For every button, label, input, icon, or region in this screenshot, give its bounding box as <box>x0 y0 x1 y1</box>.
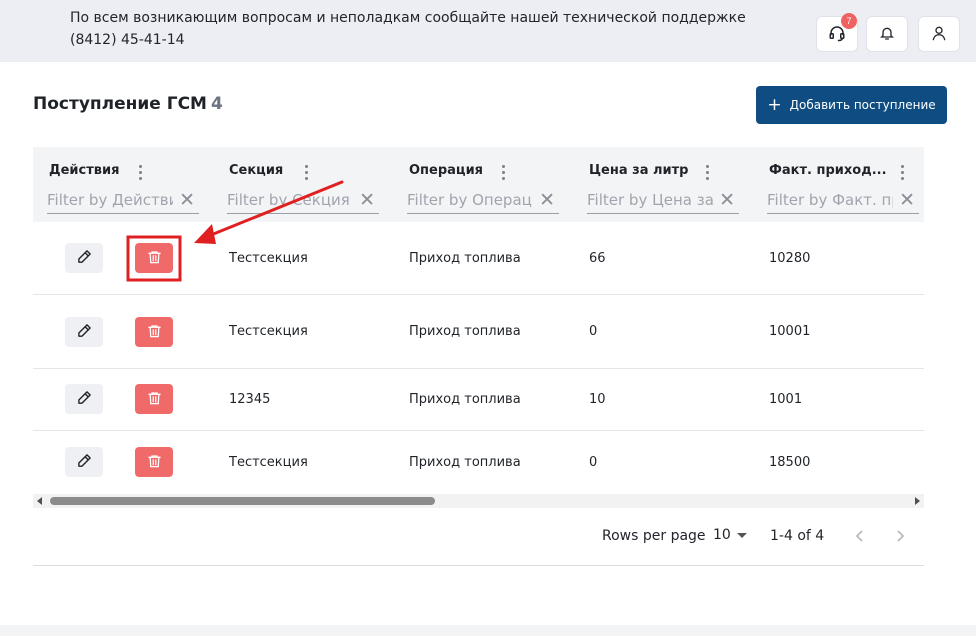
filter-input-actions[interactable] <box>47 187 173 213</box>
column-title: Операция <box>409 163 484 178</box>
cell-price: 0 <box>589 324 598 339</box>
pencil-icon <box>77 249 92 267</box>
column-title: Действия <box>49 163 120 178</box>
column-title: Цена за литр <box>589 163 689 178</box>
plus-icon: + <box>767 94 782 115</box>
table-row: Тестсекция Приход топлива 66 10280 <box>33 222 924 295</box>
column-filter: ✕ <box>407 187 559 214</box>
cell-section: Тестсекция <box>229 251 308 266</box>
column-header-actions: Действия ✕ <box>33 147 213 222</box>
add-receipt-button[interactable]: + Добавить поступление <box>756 86 947 124</box>
pencil-icon <box>77 453 92 471</box>
filter-input-price[interactable] <box>587 187 713 213</box>
delete-button[interactable] <box>135 243 173 273</box>
main-card: Поступление ГСМ 4 + Добавить поступление … <box>0 62 976 625</box>
edit-button[interactable] <box>65 447 103 477</box>
support-badge: 7 <box>841 13 857 29</box>
filter-input-fact[interactable] <box>767 187 893 213</box>
filter-input-section[interactable] <box>227 187 353 213</box>
column-filter: ✕ <box>587 187 739 214</box>
table-row: 12345 Приход топлива 10 1001 <box>33 369 924 431</box>
column-header-operation: Операция ✕ <box>393 147 573 222</box>
column-header-section: Секция ✕ <box>213 147 393 222</box>
column-menu-icon[interactable] <box>895 163 909 181</box>
column-title: Секция <box>229 163 284 178</box>
support-button[interactable]: 7 <box>816 13 858 52</box>
profile-button[interactable] <box>918 16 960 52</box>
cell-section: Тестсекция <box>229 324 308 339</box>
page-range: 1-4 of 4 <box>770 528 825 544</box>
trash-icon <box>147 323 162 342</box>
cell-operation: Приход топлива <box>409 251 521 266</box>
table-row: Тестсекция Приход топлива 0 18500 <box>33 431 924 494</box>
bell-icon <box>879 24 895 45</box>
column-menu-icon[interactable] <box>133 163 147 181</box>
delete-button[interactable] <box>135 447 173 477</box>
pencil-icon <box>77 323 92 341</box>
cell-fact: 18500 <box>769 455 811 470</box>
rows-per-page-select[interactable]: 10 <box>713 527 747 543</box>
rows-per-page-label: Rows per page <box>602 528 706 544</box>
data-grid: Действия ✕ Секция ✕ Операция <box>33 147 924 566</box>
prev-page-button[interactable] <box>846 522 874 550</box>
edit-button[interactable] <box>65 384 103 414</box>
pagination: Rows per page 10 1-4 of 4 <box>33 509 924 565</box>
add-receipt-label: Добавить поступление <box>789 98 936 112</box>
table-row: Тестсекция Приход топлива 0 10001 <box>33 295 924 369</box>
horizontal-scrollbar[interactable] <box>33 494 924 508</box>
column-menu-icon[interactable] <box>299 163 313 181</box>
delete-button[interactable] <box>135 384 173 414</box>
clear-icon[interactable]: ✕ <box>539 191 555 210</box>
column-menu-icon[interactable] <box>700 163 714 181</box>
column-filter: ✕ <box>227 187 379 214</box>
chevron-right-icon <box>897 530 905 542</box>
scroll-right-icon[interactable] <box>915 497 920 505</box>
notifications-button[interactable] <box>866 16 908 52</box>
filter-input-operation[interactable] <box>407 187 533 213</box>
cell-price: 66 <box>589 251 606 266</box>
page-title: Поступление ГСМ 4 <box>33 92 223 116</box>
column-header-price: Цена за литр ✕ <box>573 147 753 222</box>
caret-down-icon <box>736 532 747 538</box>
cell-section: Тестсекция <box>229 455 308 470</box>
delete-button[interactable] <box>135 317 173 347</box>
cell-section: 12345 <box>229 392 271 407</box>
rows-per-page-value: 10 <box>713 527 731 543</box>
clear-icon[interactable]: ✕ <box>179 191 195 210</box>
cell-operation: Приход топлива <box>409 392 521 407</box>
trash-icon <box>147 249 162 268</box>
clear-icon[interactable]: ✕ <box>719 191 735 210</box>
support-text: По всем возникающим вопросам и неполадка… <box>70 10 746 48</box>
record-count: 4 <box>210 94 223 114</box>
trash-icon <box>147 390 162 409</box>
cell-fact: 10280 <box>769 251 811 266</box>
edit-button[interactable] <box>65 317 103 347</box>
cell-fact: 1001 <box>769 392 803 407</box>
cell-price: 0 <box>589 455 598 470</box>
cell-fact: 10001 <box>769 324 811 339</box>
cell-price: 10 <box>589 392 606 407</box>
column-menu-icon[interactable] <box>496 163 510 181</box>
page-title-text: Поступление ГСМ <box>33 94 207 114</box>
next-page-button[interactable] <box>886 522 914 550</box>
grid-header: Действия ✕ Секция ✕ Операция <box>33 147 924 222</box>
top-bar: По всем возникающим вопросам и неполадка… <box>0 0 976 62</box>
scrollbar-thumb[interactable] <box>50 497 435 505</box>
column-title: Факт. приход... <box>769 163 887 178</box>
cell-operation: Приход топлива <box>409 324 521 339</box>
user-icon <box>931 24 947 45</box>
trash-icon <box>147 453 162 472</box>
chevron-left-icon <box>855 530 863 542</box>
column-filter: ✕ <box>767 187 919 214</box>
column-filter: ✕ <box>47 187 199 214</box>
column-header-fact: Факт. приход... ✕ <box>753 147 924 222</box>
clear-icon[interactable]: ✕ <box>359 191 375 210</box>
edit-button[interactable] <box>65 243 103 273</box>
clear-icon[interactable]: ✕ <box>899 191 915 210</box>
scroll-left-icon[interactable] <box>37 497 42 505</box>
pencil-icon <box>77 390 92 408</box>
cell-operation: Приход топлива <box>409 455 521 470</box>
